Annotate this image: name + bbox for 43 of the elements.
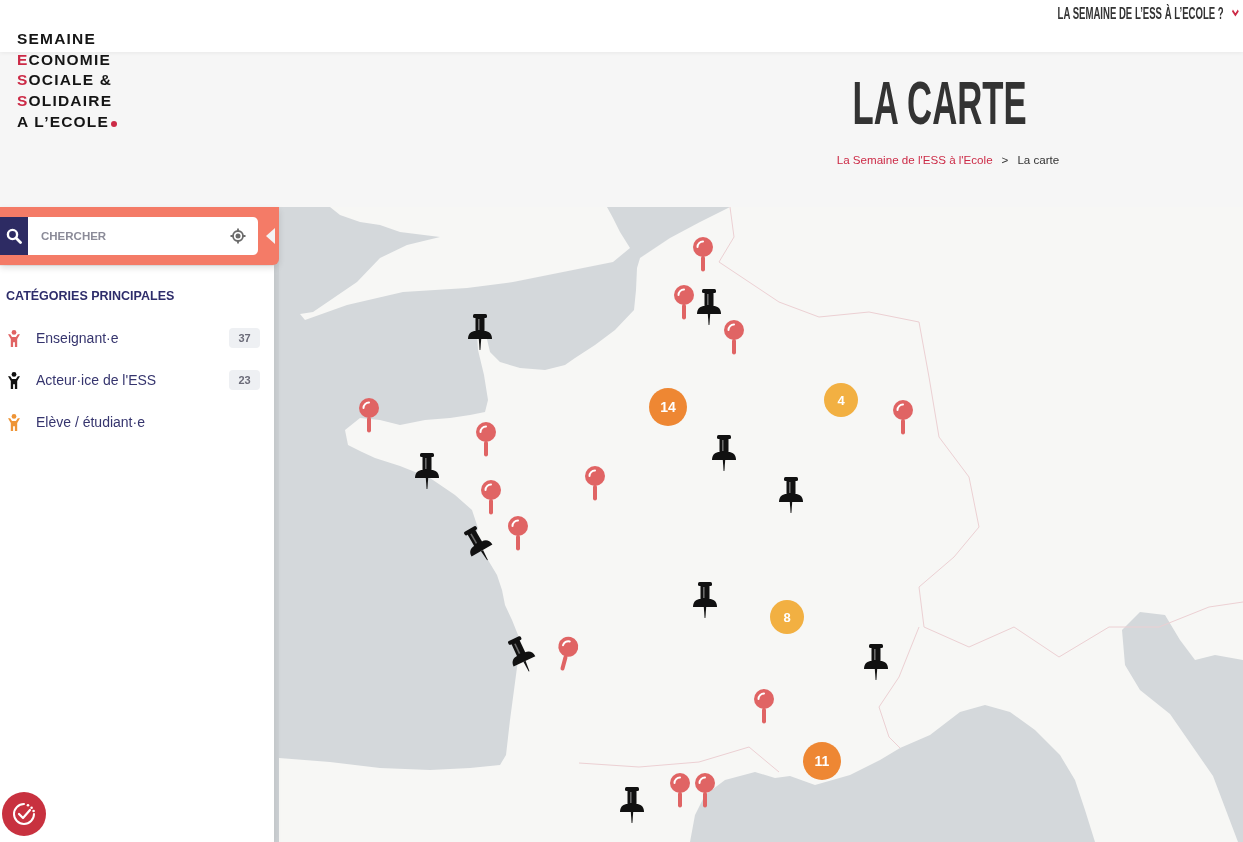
pushpin-icon[interactable] [692, 582, 718, 618]
collapse-button[interactable] [266, 228, 275, 244]
map-pin-icon[interactable] [694, 772, 716, 808]
triangle-left-icon [266, 228, 275, 244]
pushpin-icon[interactable] [711, 435, 737, 471]
pushpin-icon[interactable] [778, 477, 804, 513]
search-icon [6, 228, 22, 244]
check-circle-icon [11, 801, 37, 827]
logo-text: A L’ECOLE [17, 111, 110, 132]
nav-menu-link[interactable]: LA SEMAINE DE L’ESS À L’ECOLE ? [1057, 3, 1239, 23]
logo-text: SOLIDAIRE [17, 91, 113, 112]
count-badge: 37 [229, 328, 260, 348]
breadcrumb-link[interactable]: La Semaine de l'ESS à l'Ecole [836, 152, 993, 168]
logo-text: SOCIALE & [17, 70, 113, 91]
breadcrumb-current: La carte [1017, 152, 1060, 168]
pushpin-icon[interactable] [863, 644, 889, 680]
count-badge: 23 [229, 370, 260, 390]
pushpin-icon[interactable] [619, 787, 645, 823]
locate-button[interactable] [230, 228, 246, 244]
category-item[interactable]: Acteur·ice de l'ESS 23 [0, 359, 260, 401]
page-title: LA CARTE [852, 72, 1028, 134]
logo-text: ECONOMIE [17, 49, 111, 70]
map-pin-icon[interactable] [507, 515, 529, 551]
map-pin-icon[interactable] [358, 397, 380, 433]
logo-text: SEMAINE [17, 29, 97, 49]
category-item[interactable]: Enseignant·e 37 [0, 317, 260, 359]
chevron-down-icon [1231, 9, 1239, 17]
map-pin-icon[interactable] [753, 688, 775, 724]
crosshair-icon [230, 228, 246, 244]
map-pin-icon[interactable] [480, 479, 502, 515]
category-item[interactable]: Elève / étudiant·e [0, 401, 260, 443]
map-pin-icon[interactable] [892, 399, 914, 435]
map-pin-icon[interactable] [669, 772, 691, 808]
pushpin-icon[interactable] [696, 289, 722, 325]
map-pin-icon[interactable] [692, 236, 714, 272]
breadcrumb-separator: > [1001, 152, 1009, 168]
map-pin-icon[interactable] [475, 421, 497, 457]
pushpin-icon[interactable] [414, 453, 440, 489]
map-pin-icon[interactable] [584, 465, 606, 501]
search-field[interactable]: CHERCHER [28, 217, 258, 255]
pushpin-icon[interactable] [467, 314, 493, 350]
search-button[interactable] [0, 217, 28, 255]
categories-heading: CATÉGORIES PRINCIPALES [6, 288, 176, 304]
